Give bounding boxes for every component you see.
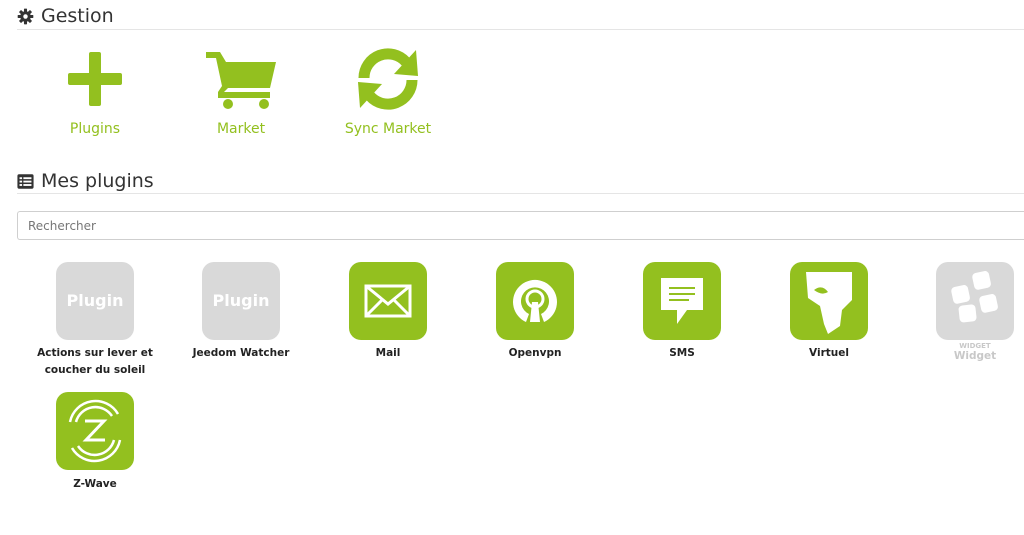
- mes-plugins-divider: [17, 193, 1024, 194]
- refresh-icon: [358, 48, 418, 110]
- market-label: Market: [216, 121, 266, 137]
- zwave-icon: [68, 399, 122, 463]
- zwave-tile: [56, 392, 134, 470]
- widget-icon: [951, 271, 998, 323]
- openvpn-tile: [496, 262, 574, 340]
- plugin-virtuel[interactable]: Virtuel: [764, 262, 894, 362]
- plus-icon: [68, 52, 122, 106]
- gestion-heading: Gestion: [17, 5, 114, 27]
- mail-tile: [349, 262, 427, 340]
- plugin-name: Openvpn: [508, 347, 562, 359]
- sms-tile: [643, 262, 721, 340]
- plugin-name: Virtuel: [809, 347, 849, 359]
- plugin-name: SMS: [669, 347, 695, 359]
- mes-plugins-heading: Mes plugins: [17, 170, 154, 192]
- plugin-openvpn[interactable]: Openvpn: [470, 262, 600, 362]
- plugin-zwave[interactable]: Z-Wave: [30, 392, 160, 493]
- plugin-placeholder-tile: Plugin: [56, 262, 134, 340]
- plugin-placeholder-tile: Plugin: [202, 262, 280, 340]
- plugin-widget[interactable]: WIDGET Widget: [910, 262, 1024, 362]
- widget-tile: [936, 262, 1014, 340]
- list-icon: [17, 173, 34, 189]
- plugin-name: Widget: [953, 350, 997, 362]
- sync-market-label: Sync Market: [344, 121, 432, 137]
- plugin-sunrise-sunset[interactable]: Plugin Actions sur lever et coucher du s…: [30, 262, 160, 379]
- plugin-tile-text: Plugin: [66, 291, 124, 310]
- add-plugin-button[interactable]: Plugins: [35, 48, 155, 137]
- plugin-name: Actions sur lever et coucher du soleil: [37, 347, 153, 376]
- plugin-name: Jeedom Watcher: [192, 347, 290, 359]
- plugin-sms[interactable]: SMS: [617, 262, 747, 362]
- openvpn-icon: [513, 279, 557, 322]
- plugins-label: Plugins: [69, 121, 121, 137]
- virtuel-tile: [790, 262, 868, 340]
- mask-icon: [806, 272, 852, 334]
- shopping-cart-icon: [206, 52, 276, 109]
- gestion-title: Gestion: [41, 5, 114, 27]
- widget-tile-caption: WIDGET: [959, 342, 991, 350]
- plugin-name: Mail: [375, 347, 401, 359]
- plugin-tile-text: Plugin: [212, 291, 270, 310]
- search-input[interactable]: [17, 211, 1024, 240]
- gestion-divider: [17, 29, 1024, 30]
- mes-plugins-title: Mes plugins: [41, 170, 154, 192]
- gear-icon: [17, 8, 34, 24]
- plugin-mail[interactable]: Mail: [323, 262, 453, 362]
- market-button[interactable]: Market: [181, 48, 301, 137]
- plugin-name: Z-Wave: [73, 478, 117, 490]
- sync-market-button[interactable]: Sync Market: [328, 48, 448, 137]
- plugin-jeedom-watcher[interactable]: Plugin Jeedom Watcher: [176, 262, 306, 362]
- envelope-icon: [364, 284, 412, 318]
- sms-icon: [661, 278, 703, 324]
